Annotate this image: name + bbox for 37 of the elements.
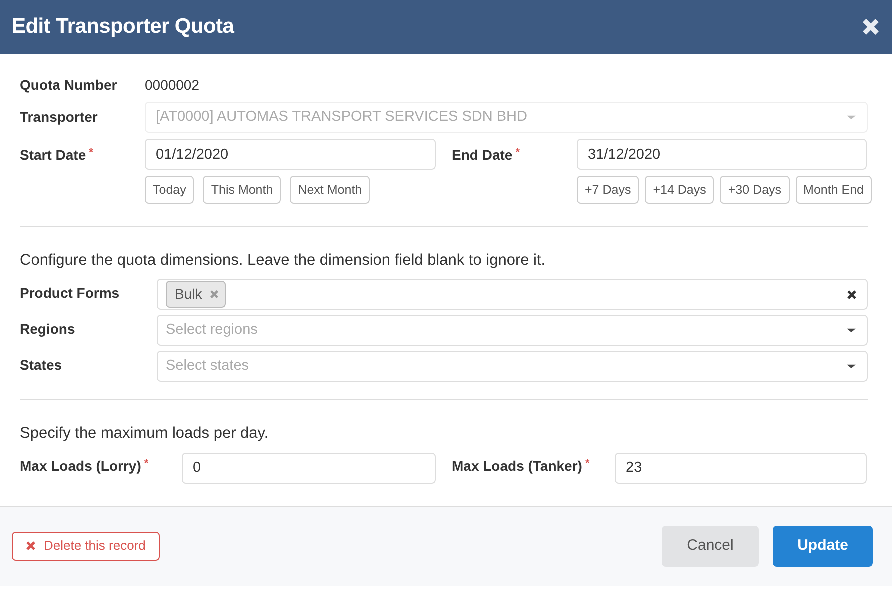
required-asterisk: * xyxy=(144,458,149,470)
number-field[interactable]: 0 xyxy=(182,452,436,484)
delete-icon xyxy=(26,541,36,551)
date-field[interactable]: 31/12/2020 xyxy=(577,139,867,170)
dialog-title: Edit Transporter Quota xyxy=(12,14,234,40)
field-label: Max Loads (Lorry) xyxy=(20,458,142,474)
instruction-text: Configure the quota dimensions. Leave the dimension field blank to ignore it. xyxy=(20,251,547,271)
date-shortcut-button[interactable]: Today xyxy=(145,176,194,204)
multi-select[interactable]: Bulk xyxy=(157,279,868,310)
instruction-text: Specify the maximum loads per day. xyxy=(20,424,270,444)
number-field[interactable]: 23 xyxy=(615,452,867,484)
field-label: Start Date xyxy=(20,147,86,163)
field-label: Quota Number xyxy=(20,77,118,93)
field-label: Transporter xyxy=(20,109,98,125)
required-asterisk: * xyxy=(89,147,94,159)
date-shortcut-button[interactable]: +14 Days xyxy=(645,176,714,204)
date-shortcut-button[interactable]: This Month xyxy=(203,176,282,204)
field-label: End Date xyxy=(452,147,513,163)
clear-icon[interactable] xyxy=(847,290,857,300)
date-shortcut-button[interactable]: +30 Days xyxy=(720,176,790,204)
date-shortcut-button[interactable]: Month End xyxy=(796,176,872,204)
quota-number-value: 0000002 xyxy=(145,76,200,95)
required-asterisk: * xyxy=(585,458,590,470)
date-field[interactable]: 01/12/2020 xyxy=(145,139,436,170)
field-label: Regions xyxy=(20,321,76,338)
field-label: States xyxy=(20,357,62,374)
date-shortcut-button[interactable]: +7 Days xyxy=(577,176,640,204)
transporter-select: [AT0000] AUTOMAS TRANSPORT SERVICES SDN BHD xyxy=(145,102,868,133)
field-label: Product Forms xyxy=(20,285,120,302)
cancel-button[interactable]: Cancel xyxy=(662,526,759,566)
close-icon[interactable] xyxy=(862,18,880,36)
delete-button[interactable]: Delete this record xyxy=(12,532,160,560)
required-asterisk: * xyxy=(516,147,520,159)
update-button[interactable]: Update xyxy=(773,526,873,566)
date-shortcut-button[interactable]: Next Month xyxy=(290,176,370,204)
field-label: Max Loads (Tanker) xyxy=(452,458,582,474)
selected-tag[interactable]: Bulk xyxy=(166,281,226,308)
